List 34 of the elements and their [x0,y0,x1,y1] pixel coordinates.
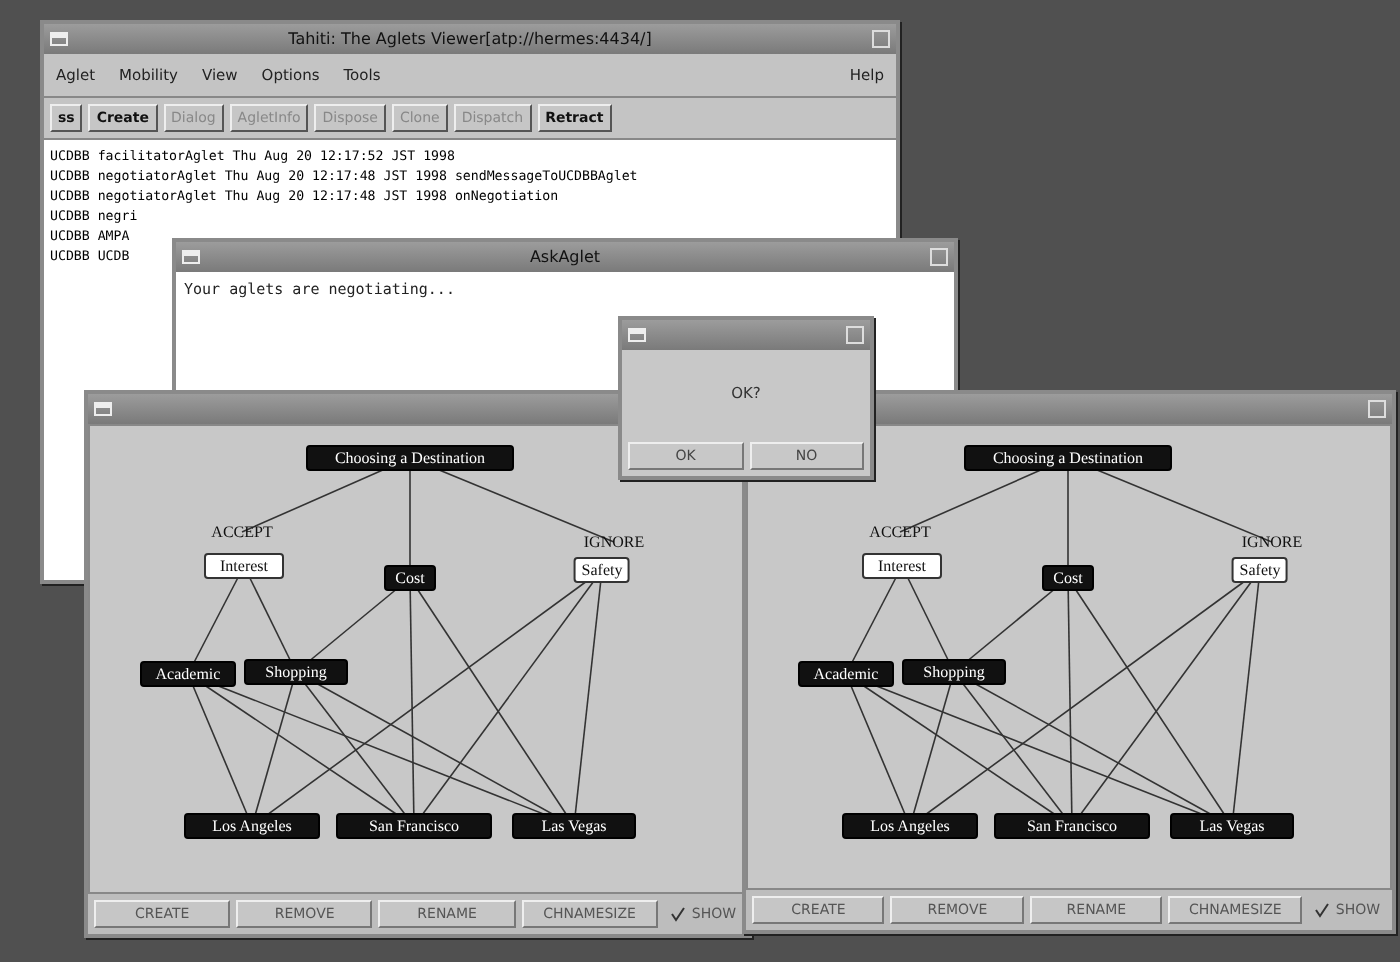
close-icon[interactable] [872,30,890,48]
graph-node[interactable]: Choosing a Destination [964,445,1172,471]
graph-node[interactable]: San Francisco [994,813,1150,839]
graph-node[interactable]: Los Angeles [184,813,320,839]
window-menu-icon[interactable] [182,250,200,264]
graph-node[interactable]: Choosing a Destination [306,445,514,471]
edge-label: IGNORE [581,531,647,553]
window-menu-icon[interactable] [50,32,68,46]
graph-node[interactable]: Safety [573,557,631,583]
window-title: AskAglet [527,248,603,266]
graph-node[interactable]: San Francisco [336,813,492,839]
window-title: Tahiti: The Aglets Viewer[atp://hermes:4434/] [286,30,654,48]
close-icon[interactable] [846,326,864,344]
window-menu-icon[interactable] [628,328,646,342]
graph-node[interactable]: Interest [862,553,942,579]
graph-node[interactable]: Academic [140,661,236,687]
graph-node[interactable]: Interest [204,553,284,579]
close-icon[interactable] [930,248,948,266]
check-icon[interactable] [1313,902,1330,918]
graph-node[interactable]: Academic [798,661,894,687]
graph-node[interactable]: Las Vegas [1170,813,1294,839]
graph-node[interactable]: Cost [384,565,436,591]
close-icon[interactable] [1368,400,1386,418]
window-menu-icon[interactable] [94,402,112,416]
edge-label: IGNORE [1239,531,1305,553]
graph-node[interactable]: Los Angeles [842,813,978,839]
graph-node[interactable]: Cost [1042,565,1094,591]
graph-node[interactable]: Safety [1231,557,1289,583]
edge-label: ACCEPT [209,521,275,543]
check-icon[interactable] [669,906,686,922]
graph-node[interactable]: Shopping [902,659,1006,685]
graph-node[interactable]: Las Vegas [512,813,636,839]
graph-node[interactable]: Shopping [244,659,348,685]
edge-label: ACCEPT [867,521,933,543]
